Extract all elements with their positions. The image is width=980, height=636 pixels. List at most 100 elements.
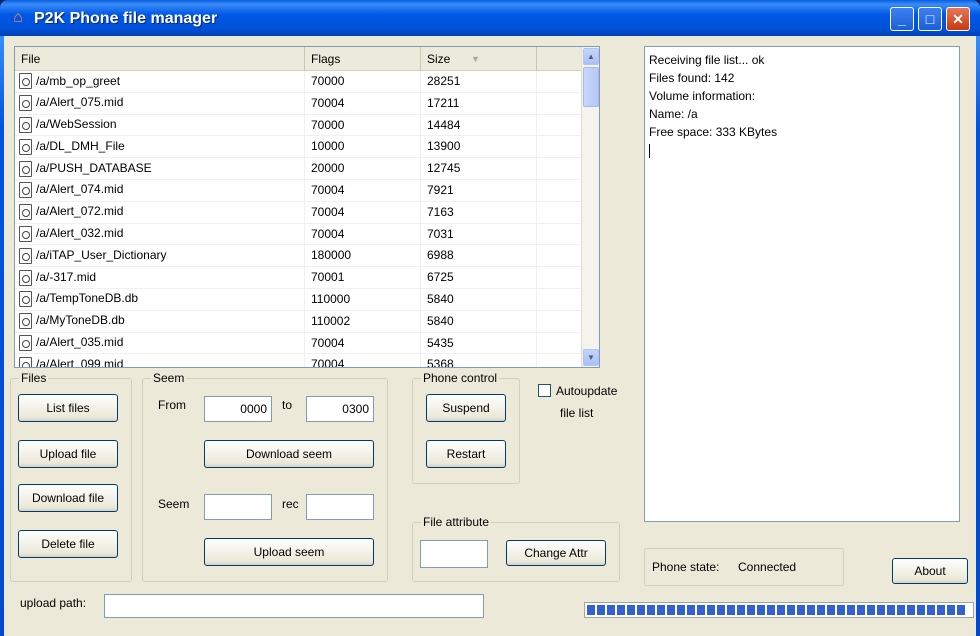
flags-cell: 110000 — [305, 288, 421, 310]
download-seem-button[interactable]: Download seem — [204, 440, 374, 468]
file-icon — [19, 225, 32, 242]
table-row[interactable]: /a/Alert_099.mid 70004 5368 — [15, 354, 583, 368]
file-cell: /a/iTAP_User_Dictionary — [15, 245, 305, 267]
file-cell: /a/MyToneDB.db — [15, 310, 305, 332]
progress-segment — [617, 605, 625, 615]
empty-cell — [537, 354, 583, 367]
log-line: Files found: 142 — [649, 71, 735, 85]
close-button[interactable]: ✕ — [946, 7, 970, 31]
flags-cell: 70004 — [305, 332, 421, 354]
file-cell: /a/Alert_072.mid — [15, 201, 305, 223]
upload-path-input[interactable] — [104, 594, 484, 618]
progress-segment — [947, 605, 955, 615]
file-attribute-group-label: File attribute — [421, 515, 492, 529]
log-line: Volume information: — [649, 89, 756, 103]
title-bar[interactable]: ⌂ P2K Phone file manager _ □ ✕ — [0, 0, 980, 36]
progress-segment — [817, 605, 825, 615]
suspend-button[interactable]: Suspend — [426, 394, 506, 422]
upload-seem-button[interactable]: Upload seem — [204, 538, 374, 566]
list-files-button[interactable]: List files — [18, 394, 118, 422]
phone-control-group-label: Phone control — [421, 371, 500, 385]
size-cell: 7031 — [421, 223, 537, 245]
file-list-scrollbar[interactable]: ▲ ▼ — [581, 47, 599, 367]
file-name: /a/Alert_072.mid — [36, 204, 124, 219]
flags-cell: 70000 — [305, 71, 421, 92]
table-row[interactable]: /a/Alert_035.mid 70004 5435 — [15, 332, 583, 355]
table-row[interactable]: /a/Alert_074.mid 70004 7921 — [15, 179, 583, 202]
table-row[interactable]: /a/iTAP_User_Dictionary 180000 6988 — [15, 245, 583, 268]
size-cell: 5840 — [421, 288, 537, 310]
size-cell: 7163 — [421, 201, 537, 223]
flags-cell: 70000 — [305, 114, 421, 136]
file-icon — [19, 182, 32, 199]
progress-segment — [757, 605, 765, 615]
progress-segment — [827, 605, 835, 615]
progress-segment — [777, 605, 785, 615]
change-attr-button[interactable]: Change Attr — [506, 540, 606, 566]
to-input[interactable] — [306, 396, 374, 422]
file-name: /a/Alert_074.mid — [36, 182, 124, 197]
file-name: /a/Alert_075.mid — [36, 95, 124, 110]
file-list[interactable]: File Flags Size ▼ /a/mb_op_greet 70000 282… — [14, 46, 600, 368]
file-name: /a/mb_op_greet — [36, 73, 121, 88]
table-row[interactable]: /a/PUSH_DATABASE 20000 12745 — [15, 158, 583, 180]
file-name: /a/-317.mid — [36, 269, 97, 284]
seem-input[interactable] — [204, 494, 272, 520]
file-icon — [19, 313, 32, 330]
delete-file-button[interactable]: Delete file — [18, 530, 118, 558]
log-output[interactable]: Receiving file list... ok Files found: 1… — [644, 46, 960, 522]
table-row[interactable]: /a/DL_DMH_File 10000 13900 — [15, 136, 583, 159]
progress-segment — [807, 605, 815, 615]
phone-state-value: Connected — [738, 560, 797, 574]
size-cell: 14484 — [421, 114, 537, 136]
progress-segment — [877, 605, 885, 615]
scroll-thumb[interactable] — [583, 67, 599, 107]
upload-file-button[interactable]: Upload file — [18, 440, 118, 468]
scroll-up-icon[interactable]: ▲ — [583, 48, 599, 65]
file-name: /a/Alert_035.mid — [36, 335, 124, 350]
maximize-button[interactable]: □ — [918, 7, 942, 31]
empty-cell — [537, 158, 583, 179]
file-cell: /a/PUSH_DATABASE — [15, 158, 305, 179]
file-name: /a/Alert_099.mid — [36, 356, 124, 368]
progress-segment — [647, 605, 655, 615]
table-row[interactable]: /a/mb_op_greet 70000 28251 — [15, 71, 583, 93]
table-row[interactable]: /a/MyToneDB.db 110002 5840 — [15, 310, 583, 333]
column-header-file[interactable]: File — [15, 47, 305, 71]
size-cell: 5840 — [421, 310, 537, 332]
restart-button[interactable]: Restart — [426, 440, 506, 468]
flags-cell: 70001 — [305, 267, 421, 288]
download-file-button[interactable]: Download file — [18, 484, 118, 512]
progress-segment — [597, 605, 605, 615]
file-name: /a/WebSession — [36, 117, 117, 132]
rec-input[interactable] — [306, 494, 374, 520]
table-row[interactable]: /a/-317.mid 70001 6725 — [15, 267, 583, 289]
column-header-flags[interactable]: Flags — [305, 47, 421, 71]
table-row[interactable]: /a/TempToneDB.db 110000 5840 — [15, 288, 583, 311]
file-cell: /a/WebSession — [15, 114, 305, 136]
table-row[interactable]: /a/Alert_032.mid 70004 7031 — [15, 223, 583, 246]
table-row[interactable]: /a/Alert_075.mid 70004 17211 — [15, 92, 583, 115]
size-cell: 28251 — [421, 71, 537, 92]
size-cell: 13900 — [421, 136, 537, 158]
from-input[interactable] — [204, 396, 272, 422]
file-attribute-input[interactable] — [420, 540, 488, 568]
file-name: /a/iTAP_User_Dictionary — [36, 247, 167, 262]
progress-segment — [957, 605, 965, 615]
progress-segment — [937, 605, 945, 615]
seem-group-label: Seem — [151, 371, 187, 385]
log-line: Free space: 333 KBytes — [649, 125, 778, 139]
table-row[interactable]: /a/WebSession 70000 14484 — [15, 114, 583, 137]
app-logo-icon: ⌂ — [13, 9, 23, 26]
column-header-size[interactable]: Size ▼ — [421, 47, 537, 71]
size-cell: 7921 — [421, 179, 537, 201]
minimize-button[interactable]: _ — [890, 7, 914, 31]
scroll-down-icon[interactable]: ▼ — [583, 349, 599, 366]
column-header-empty — [537, 47, 583, 71]
file-cell: /a/Alert_074.mid — [15, 179, 305, 201]
from-label: From — [158, 398, 186, 412]
upload-path-label: upload path: — [20, 596, 87, 610]
about-button[interactable]: About — [892, 558, 968, 584]
table-row[interactable]: /a/Alert_072.mid 70004 7163 — [15, 201, 583, 224]
autoupdate-checkbox[interactable] — [538, 384, 551, 397]
